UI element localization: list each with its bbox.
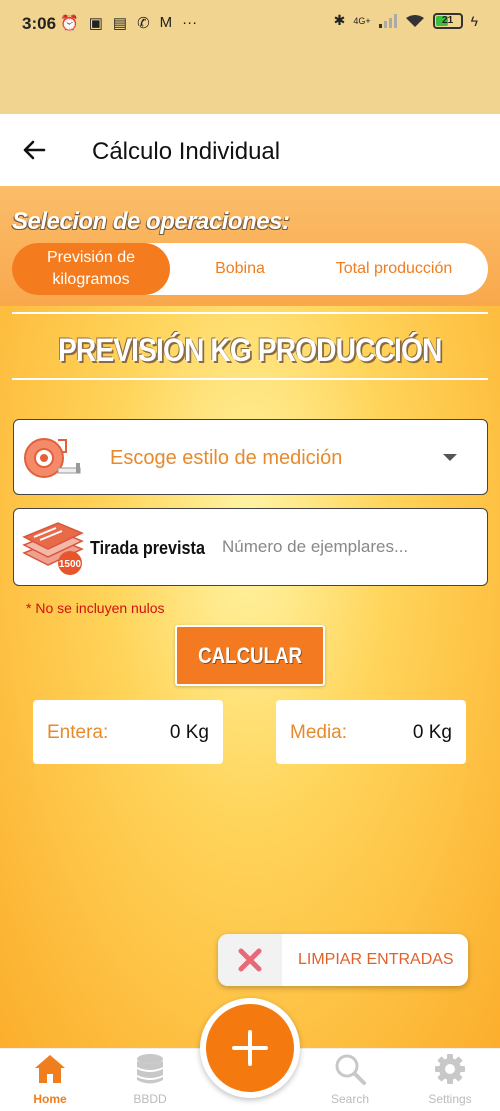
- tirada-input[interactable]: [222, 527, 472, 567]
- status-time: 3:06: [22, 14, 57, 33]
- clear-inputs-label: LIMPIAR ENTRADAS: [298, 951, 454, 968]
- call-icon: ✆: [137, 15, 150, 32]
- operations-label: Selecion de operaciones:: [12, 208, 290, 235]
- tape-measure-icon: [24, 438, 81, 478]
- status-bar: 3:06 ⏰ ▣ ▤ ✆ M ··· ✱ 4G+ 21 ϟ: [0, 0, 500, 114]
- print-stack-number: 1500: [59, 559, 82, 570]
- add-fab-button[interactable]: [200, 998, 300, 1098]
- section-title: PREVISIÓN KG PRODUCCIÓN: [58, 332, 442, 368]
- nulls-note: * No se incluyen nulos: [26, 600, 165, 616]
- result-entera: Entera: 0 Kg: [33, 700, 223, 764]
- app-bar: Cálculo Individual: [0, 114, 500, 186]
- charging-icon: ϟ: [470, 12, 478, 29]
- battery-icon: 21: [432, 12, 463, 29]
- nav-home-label: Home: [33, 1092, 67, 1106]
- close-icon: [218, 934, 282, 986]
- database-icon: [137, 1054, 163, 1084]
- banner-top-line: [12, 312, 488, 314]
- tab-total-produccion[interactable]: Total producción: [310, 243, 478, 295]
- nav-home[interactable]: Home: [10, 1053, 90, 1106]
- tirada-label: Tirada prevista: [90, 538, 205, 558]
- calculate-button-label: CALCULAR: [198, 642, 302, 668]
- message-icon: ▤: [112, 15, 128, 32]
- nav-bbdd-label: BBDD: [133, 1092, 167, 1106]
- print-stack-icon: 1500: [22, 522, 84, 575]
- result-media-label: Media:: [290, 722, 348, 743]
- plus-icon: [232, 1030, 268, 1066]
- wifi-icon: [405, 14, 424, 27]
- network-label: 4G+: [353, 15, 371, 26]
- result-entera-value: 0 Kg: [169, 722, 209, 743]
- operations-header: Selecion de operaciones: Previsión de ki…: [0, 186, 500, 306]
- more-icon: ···: [182, 14, 198, 31]
- banner-bottom-line: [12, 378, 488, 380]
- nav-settings[interactable]: Settings: [410, 1053, 490, 1106]
- home-icon: [35, 1055, 65, 1083]
- nfc-icon: ▣: [88, 15, 103, 32]
- nav-bbdd[interactable]: BBDD: [110, 1053, 190, 1106]
- result-entera-label: Entera:: [47, 722, 109, 743]
- main-content: Selecion de operaciones: Previsión de ki…: [0, 186, 500, 1048]
- page-title: Cálculo Individual: [92, 138, 281, 165]
- bluetooth-icon: ✱: [333, 12, 346, 28]
- tab-prevision-kilogramos[interactable]: Previsión de kilogramos: [12, 243, 170, 295]
- alarm-icon: ⏰: [60, 15, 79, 32]
- gmail-icon: M: [159, 14, 173, 31]
- tab-bobina[interactable]: Bobina: [170, 243, 310, 295]
- system-icons: ✱ 4G+ 21 ϟ: [334, 12, 478, 29]
- chevron-down-icon: [443, 454, 457, 461]
- notification-icons: ⏰ ▣ ▤ ✆ M ···: [60, 14, 197, 32]
- back-arrow-icon[interactable]: [18, 134, 50, 166]
- nav-search-label: Search: [330, 1092, 370, 1106]
- nav-settings-label: Settings: [428, 1092, 472, 1106]
- measurement-select-value: Escoge estilo de medición: [110, 447, 343, 469]
- result-media-value: 0 Kg: [412, 722, 452, 743]
- signal-icon: [378, 13, 397, 28]
- gear-icon: [435, 1054, 465, 1084]
- search-icon: [335, 1054, 366, 1085]
- clear-inputs-button[interactable]: LIMPIAR ENTRADAS: [218, 934, 468, 986]
- nav-search[interactable]: Search: [310, 1053, 390, 1106]
- operations-tabs: Previsión de kilogramos Bobina Total pro…: [12, 243, 488, 295]
- tirada-field: 1500 Tirada prevista: [13, 508, 488, 586]
- measurement-style-select[interactable]: Escoge estilo de medición: [13, 419, 488, 495]
- result-media: Media: 0 Kg: [276, 700, 466, 764]
- calculate-button[interactable]: CALCULAR: [175, 625, 325, 686]
